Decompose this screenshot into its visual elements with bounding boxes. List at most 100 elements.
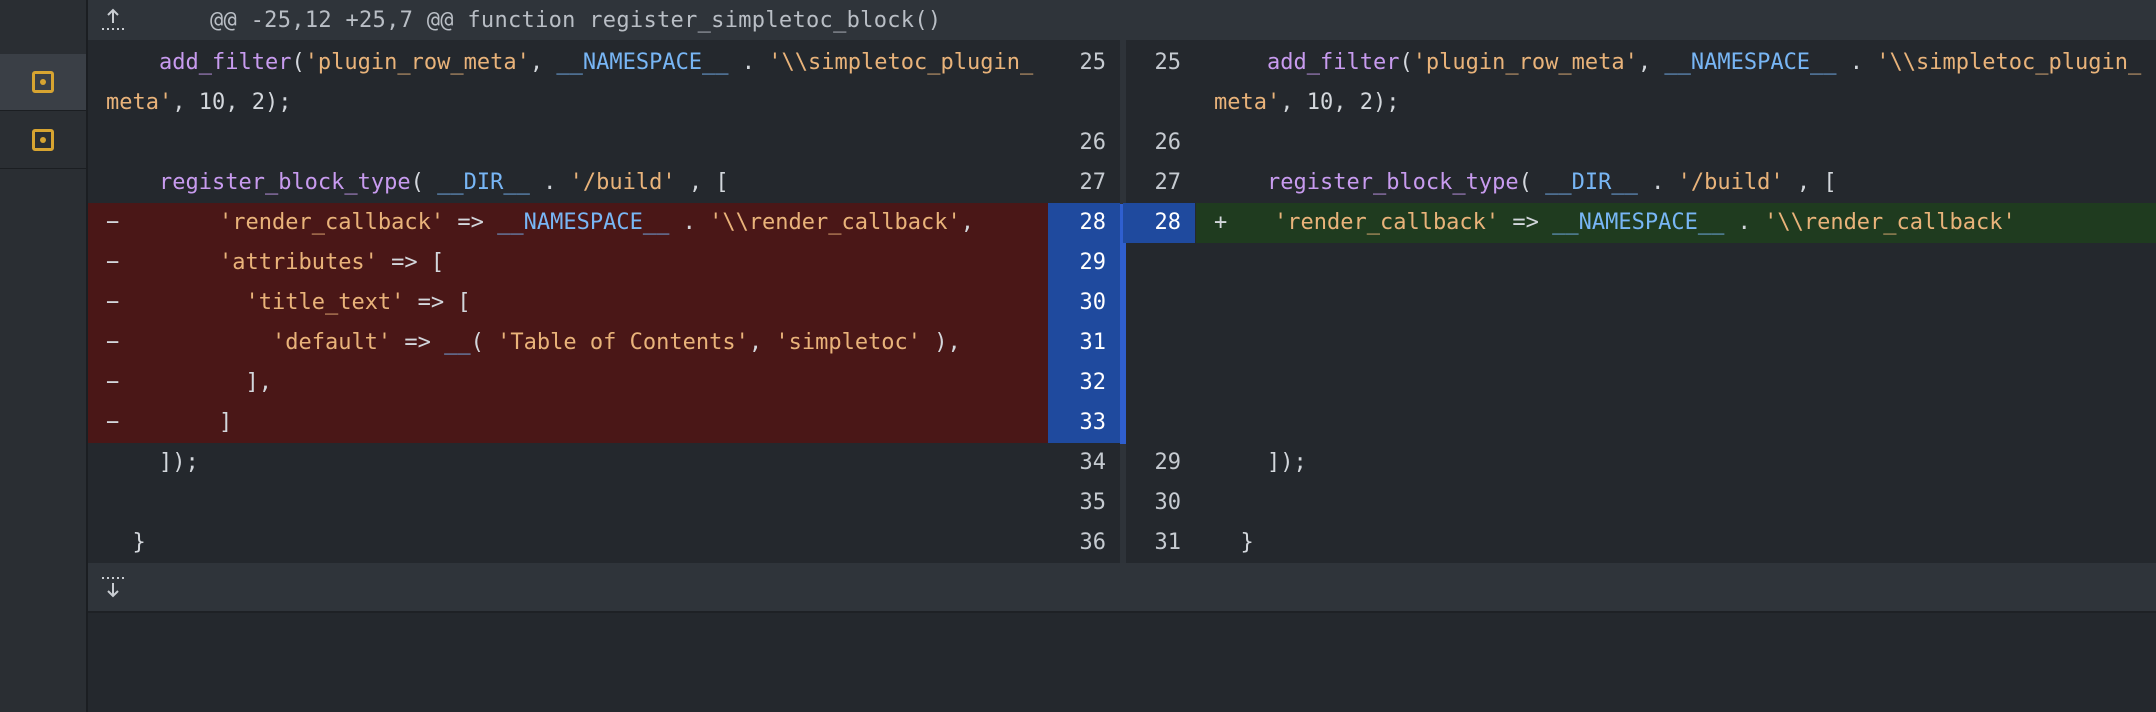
line-number: 29 [1154,450,1182,475]
code-token: ] [218,410,233,435]
code-token: add_filter [158,50,292,75]
code-token: . [529,170,570,195]
code-token: __NAMESPACE__ [1664,50,1837,75]
addition-marker: + [1214,210,1228,235]
code-line: − 'default' => __( 'Table of Contents', … [88,323,1048,363]
code-line: } [1196,523,2156,563]
code-token: . [669,210,710,235]
code-line: } [88,523,1048,563]
code-token: '\\simpletoc_plugin_ [768,50,1034,75]
code-token: => [444,210,498,235]
code-token: __ [444,330,471,355]
code-token: 'render_callback' [218,210,445,235]
code-token: => [391,330,445,355]
file-tab[interactable] [0,112,86,169]
code-token: ], [245,370,272,395]
hunk-header-text: @@ -25,12 +25,7 @@ function register_sim… [210,7,942,33]
code-line: + 'render_callback' => __NAMESPACE__ . '\… [1196,203,2156,243]
code-token: ), [921,330,961,355]
line-number: 26 [1079,130,1107,155]
code-token: 'simpletoc' [775,330,922,355]
diff-view: @@ -25,12 +25,7 @@ function register_sim… [88,0,2156,712]
code-line: − ] [88,403,1048,443]
line-number: 25 [1079,50,1107,75]
line-number [1123,363,1195,403]
code-line: − 'title_text' => [ [88,283,1048,323]
code-token: '\\render_callback' [709,210,961,235]
code-token: 'render_callback' [1274,210,1500,235]
code-line-continuation: meta', 10, 2); [1196,83,2156,123]
code-token: __DIR__ [437,170,530,195]
file-list-gutter [0,0,88,712]
code-token: ]); [158,450,199,475]
line-number [1123,283,1195,323]
code-token: 'attributes' [218,250,378,275]
deletion-marker: − [106,410,120,435]
line-number: 32 [1048,363,1120,403]
deletion-marker: − [106,330,120,355]
line-number: 27 [1079,170,1107,195]
line-number [1123,403,1195,443]
code-token: 'title_text' [245,290,405,315]
code-token: ( [291,50,305,75]
file-icon [32,129,54,151]
deletion-marker: − [106,290,120,315]
right-pane: add_filter('plugin_row_meta', __NAMESPAC… [1196,43,2156,563]
code-token: ( [410,170,438,195]
code-token: add_filter [1266,50,1400,75]
code-token: => [ [377,250,445,275]
line-number [1123,323,1195,363]
code-token: , [748,330,776,355]
code-line: − ], [88,363,1048,403]
expand-down-icon[interactable] [88,563,138,611]
code-token: , 10, 2); [1280,90,1400,115]
code-token: meta' [1214,90,1281,115]
code-token: '/build' [569,170,676,195]
hunk-footer [88,563,2156,613]
code-token: ( [1399,50,1413,75]
expand-up-icon[interactable] [88,0,138,40]
code-token: } [1240,530,1254,555]
line-number: 30 [1048,283,1120,323]
code-token: ]); [1266,450,1307,475]
right-line-numbers: 25 26 27 28 29 30 31 [1123,43,1195,563]
line-number: 25 [1154,50,1182,75]
line-number: 28 [1123,203,1195,243]
line-number: 28 [1048,203,1120,243]
code-token: meta' [106,90,173,115]
code-token: . [1836,50,1877,75]
code-token: ( [470,330,498,355]
code-token: => [ [404,290,471,315]
code-line: ]); [88,443,1048,483]
line-number: 35 [1079,490,1107,515]
code-token: } [132,530,146,555]
code-token: __DIR__ [1545,170,1638,195]
hunk-header: @@ -25,12 +25,7 @@ function register_sim… [88,0,2156,40]
file-tab-active[interactable] [0,54,86,111]
code-token: , [960,210,974,235]
code-token: '\\render_callback' [1764,210,2016,235]
code-token: 'plugin_row_meta' [1412,50,1638,75]
line-number: 36 [1079,530,1107,555]
code-line: ]); [1196,443,2156,483]
code-token: 'plugin_row_meta' [304,50,530,75]
code-token: , [ [1783,170,1837,195]
code-token: '\\simpletoc_plugin_ [1876,50,2142,75]
line-number: 34 [1079,450,1107,475]
file-icon [32,71,54,93]
code-token: , [529,50,557,75]
line-number: 26 [1154,130,1182,155]
code-token: 'Table of Contents' [497,330,749,355]
code-token: __NAMESPACE__ [497,210,670,235]
code-token: register_block_type [1266,170,1519,195]
left-pane: add_filter('plugin_row_meta', __NAMESPAC… [88,43,1048,563]
code-token: . [1724,210,1765,235]
line-number: 33 [1048,403,1120,443]
